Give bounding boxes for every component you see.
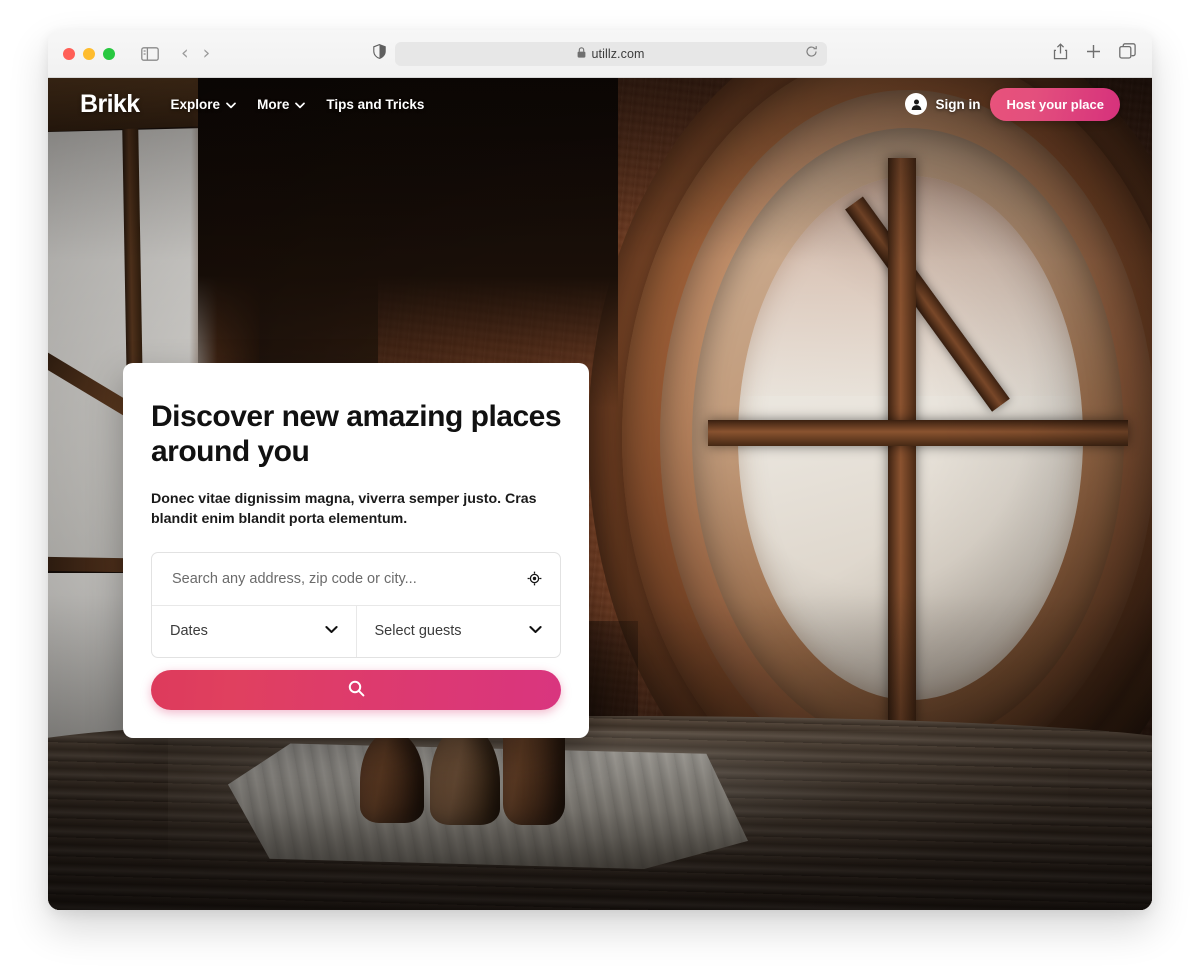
host-your-place-button[interactable]: Host your place xyxy=(990,87,1120,121)
sign-in-label: Sign in xyxy=(935,96,981,112)
close-window-button[interactable] xyxy=(63,47,75,60)
sidebar-toggle-icon[interactable] xyxy=(141,46,159,61)
nav-item-explore-label: Explore xyxy=(170,96,221,112)
minimize-window-button[interactable] xyxy=(83,47,95,60)
filters-row: Dates Select guests xyxy=(152,605,561,657)
chevron-down-icon xyxy=(295,97,306,112)
window-controls xyxy=(63,47,115,60)
dates-select-label: Dates xyxy=(170,623,208,639)
nav-item-explore[interactable]: Explore xyxy=(171,97,237,112)
site-navbar: Brikk Explore More Tips and Tricks Sign … xyxy=(48,78,1152,130)
tab-overview-icon[interactable] xyxy=(1119,43,1136,64)
browser-toolbar: ‹ › utillz.com xyxy=(48,30,1152,78)
lock-icon xyxy=(577,45,586,63)
share-icon[interactable] xyxy=(1053,42,1068,65)
forward-button[interactable]: › xyxy=(203,44,211,63)
crosshair-location-icon[interactable] xyxy=(527,571,542,586)
chevron-down-icon xyxy=(529,625,542,637)
reload-icon[interactable] xyxy=(805,45,818,63)
site-logo[interactable]: Brikk xyxy=(80,90,140,119)
toolbar-right-actions xyxy=(1053,42,1136,65)
sign-in-button[interactable]: Sign in xyxy=(905,93,980,115)
hero-subtitle: Donec vitae dignissim magna, viverra sem… xyxy=(151,491,537,528)
nav-item-tips-and-tricks-label: Tips and Tricks xyxy=(326,96,425,112)
browser-window: ‹ › utillz.com Brikk Explore More Tips a… xyxy=(48,30,1152,910)
chevron-down-icon xyxy=(324,625,338,637)
dates-select[interactable]: Dates xyxy=(152,605,357,657)
nav-item-tips-and-tricks[interactable]: Tips and Tricks xyxy=(326,97,424,112)
hero-title: Discover new amazing places around you xyxy=(151,400,562,469)
maximize-window-button[interactable] xyxy=(103,47,115,60)
guests-select-label: Select guests xyxy=(374,623,462,639)
address-bar[interactable]: utillz.com xyxy=(395,41,827,66)
nav-links: Explore More Tips and Tricks xyxy=(171,97,425,112)
search-input[interactable] xyxy=(170,569,527,588)
chevron-down-icon xyxy=(226,97,236,112)
navigation-arrows: ‹ › xyxy=(181,44,210,63)
url-display: utillz.com xyxy=(577,45,644,63)
search-input-row xyxy=(152,553,560,606)
search-form: Dates Select guests xyxy=(151,551,561,658)
nav-item-more[interactable]: More xyxy=(257,96,306,112)
back-button[interactable]: ‹ xyxy=(181,44,189,63)
address-bar-area: utillz.com xyxy=(373,41,827,66)
user-avatar-icon xyxy=(905,93,928,115)
search-submit-button[interactable] xyxy=(151,669,561,710)
hero-search-card: Discover new amazing places around you D… xyxy=(123,363,589,738)
guests-select[interactable]: Select guests xyxy=(357,606,561,657)
nav-item-more-label: More xyxy=(257,96,290,112)
url-text: utillz.com xyxy=(591,46,645,61)
search-icon xyxy=(348,680,365,700)
shield-icon[interactable] xyxy=(373,43,386,64)
nav-right-actions: Sign in Host your place xyxy=(905,87,1120,121)
page-viewport: Brikk Explore More Tips and Tricks Sign … xyxy=(48,78,1152,910)
plus-icon[interactable] xyxy=(1086,44,1101,64)
